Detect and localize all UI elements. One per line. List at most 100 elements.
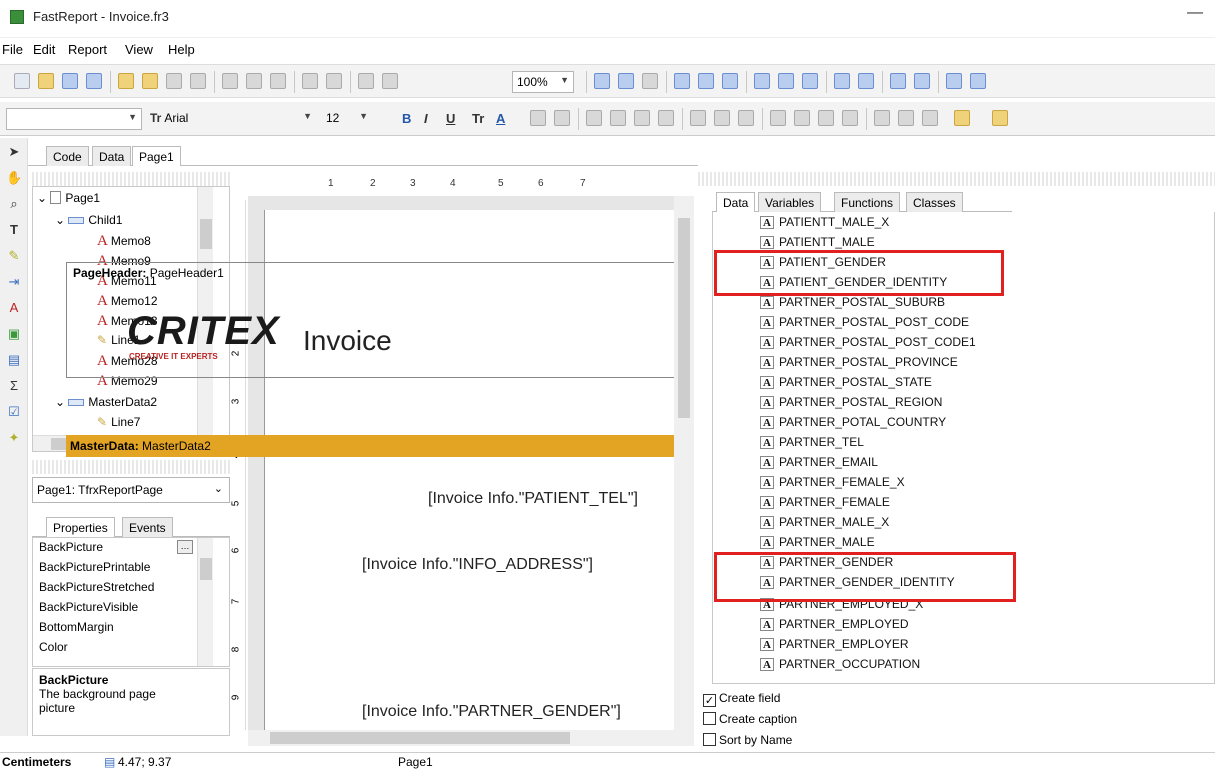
tab-variables[interactable]: Variables <box>758 192 822 212</box>
tab-classes[interactable]: Classes <box>906 192 963 212</box>
fill-color-icon[interactable] <box>954 110 970 126</box>
valign-top-icon[interactable] <box>690 110 706 126</box>
same-height-icon[interactable] <box>970 73 986 89</box>
data-field[interactable]: A PARTNER_EMPLOYED <box>760 617 909 631</box>
memo-patient-tel[interactable]: [Invoice Info."PATIENT_TEL"] <box>428 490 638 508</box>
align-left-icon[interactable] <box>674 73 690 89</box>
menu-edit[interactable]: Edit <box>33 42 55 57</box>
property-row[interactable]: BackPicture <box>39 540 103 554</box>
data-field[interactable]: A PARTNER_FEMALE_X <box>760 475 905 489</box>
tab-code[interactable]: Code <box>46 146 89 166</box>
tab-data-tree[interactable]: Data <box>716 192 756 212</box>
zoom-tool-icon[interactable]: ⌕ <box>6 196 22 212</box>
tab-page1[interactable]: Page1 <box>132 146 181 166</box>
page-settings-icon[interactable] <box>190 73 206 89</box>
align-grid-icon[interactable] <box>618 73 634 89</box>
data-field[interactable]: A PARTNER_POSTAL_SUBURB <box>760 295 945 309</box>
invoice-title[interactable]: Invoice <box>303 325 392 357</box>
tab-functions[interactable]: Functions <box>834 192 901 212</box>
sum-tool-icon[interactable]: Σ <box>6 378 22 394</box>
data-field[interactable]: A PARTNER_EMPLOYER <box>760 637 909 651</box>
design-hscrollbar[interactable] <box>248 730 694 746</box>
data-field[interactable]: A PARTNER_POSTAL_REGION <box>760 395 942 409</box>
new-page-icon[interactable] <box>118 73 134 89</box>
delete-page-icon[interactable] <box>166 73 182 89</box>
data-field[interactable]: A PARTNER_POSTAL_STATE <box>760 375 932 389</box>
font-size-select[interactable]: 12 ▼ <box>322 108 372 130</box>
frame-color-icon[interactable] <box>992 110 1008 126</box>
frame-bottom-icon[interactable] <box>794 110 810 126</box>
create-caption-checkbox[interactable]: Create caption <box>703 712 797 726</box>
tab-data[interactable]: Data <box>92 146 132 166</box>
band-tool-icon[interactable]: ⇥ <box>6 274 22 290</box>
data-field[interactable]: A PARTNER_OCCUPATION <box>760 657 920 671</box>
frame-top-icon[interactable] <box>770 110 786 126</box>
property-row[interactable]: BackPictureVisible <box>39 600 138 614</box>
valign-middle-icon[interactable] <box>714 110 730 126</box>
align-middle-icon[interactable] <box>778 73 794 89</box>
minimize-button[interactable]: — <box>1180 4 1210 28</box>
menu-file[interactable]: File <box>2 42 23 57</box>
memo-info-address[interactable]: [Invoice Info."INFO_ADDRESS"] <box>362 556 593 574</box>
property-row[interactable]: BackPicturePrintable <box>39 560 150 574</box>
cut-icon[interactable] <box>222 73 238 89</box>
bold-button[interactable]: B <box>402 111 411 126</box>
fit-grid-icon[interactable] <box>642 73 658 89</box>
property-row[interactable]: BackPictureStretched <box>39 580 154 594</box>
align-bottom-icon[interactable] <box>802 73 818 89</box>
center-vertical-icon[interactable] <box>914 73 930 89</box>
subreport-tool-icon[interactable]: ▤ <box>6 352 22 368</box>
create-field-checkbox[interactable]: ✓ Create field <box>703 691 780 707</box>
redo-icon[interactable] <box>326 73 342 89</box>
style-select[interactable]: ▼ <box>6 108 142 130</box>
same-width-icon[interactable] <box>946 73 962 89</box>
object-select[interactable]: Page1: TfrxReportPage ⌄ <box>32 477 230 503</box>
picture-tool-icon[interactable]: ▣ <box>6 326 22 342</box>
rotation-icon[interactable] <box>554 110 570 126</box>
data-field[interactable]: A PARTNER_POSTAL_POST_CODE <box>760 315 969 329</box>
new-icon[interactable] <box>14 73 30 89</box>
text-align-center-icon[interactable] <box>610 110 626 126</box>
master-data-band[interactable]: MasterData: MasterData2 <box>66 435 674 457</box>
italic-button[interactable]: I <box>424 111 428 126</box>
tab-events[interactable]: Events <box>122 517 173 537</box>
data-field[interactable]: A PARTNER_FEMALE <box>760 495 890 509</box>
tree-item[interactable]: ⌄ Child1 <box>55 213 122 227</box>
text-align-left-icon[interactable] <box>586 110 602 126</box>
space-horizontal-icon[interactable] <box>834 73 850 89</box>
frame-all-icon[interactable] <box>874 110 890 126</box>
ellipsis-button[interactable]: … <box>177 540 193 554</box>
data-field[interactable]: A PARTNER_POTAL_COUNTRY <box>760 415 946 429</box>
property-row[interactable]: BottomMargin <box>39 620 114 634</box>
frame-right-icon[interactable] <box>842 110 858 126</box>
tab-properties[interactable]: Properties <box>46 517 115 537</box>
underline-button[interactable]: U <box>446 111 455 126</box>
ungroup-icon[interactable] <box>382 73 398 89</box>
font-name-select[interactable]: Tr Arial ▼ <box>146 108 316 130</box>
data-field[interactable]: A PARTNER_POSTAL_PROVINCE <box>760 355 958 369</box>
undo-icon[interactable] <box>302 73 318 89</box>
memo-tool-icon[interactable]: A <box>6 300 22 316</box>
more-tools-icon[interactable]: ✦ <box>6 430 22 446</box>
valign-bottom-icon[interactable] <box>738 110 754 126</box>
center-horizontal-icon[interactable] <box>890 73 906 89</box>
show-grid-icon[interactable] <box>594 73 610 89</box>
data-field[interactable]: A PATIENTT_MALE_X <box>760 215 889 229</box>
sort-by-name-checkbox[interactable]: Sort by Name <box>703 733 792 747</box>
menu-help[interactable]: Help <box>168 42 195 57</box>
data-field[interactable]: A PARTNER_MALE_X <box>760 515 889 529</box>
frame-left-icon[interactable] <box>818 110 834 126</box>
hand-tool-icon[interactable]: ✋ <box>6 170 22 186</box>
page-header-band[interactable]: PageHeader: PageHeader1 CRITEX CREATIVE … <box>66 262 674 378</box>
select-tool-icon[interactable]: ➤ <box>6 144 22 160</box>
highlight-icon[interactable] <box>530 110 546 126</box>
data-field[interactable]: A PARTNER_EMAIL <box>760 455 878 469</box>
align-top-icon[interactable] <box>754 73 770 89</box>
text-align-right-icon[interactable] <box>634 110 650 126</box>
save-icon[interactable] <box>62 73 78 89</box>
data-field[interactable]: A PATIENTT_MALE <box>760 235 875 249</box>
paste-icon[interactable] <box>270 73 286 89</box>
font-settings-button[interactable]: Tr <box>472 111 484 126</box>
menu-view[interactable]: View <box>125 42 153 57</box>
shadow-icon[interactable] <box>922 110 938 126</box>
